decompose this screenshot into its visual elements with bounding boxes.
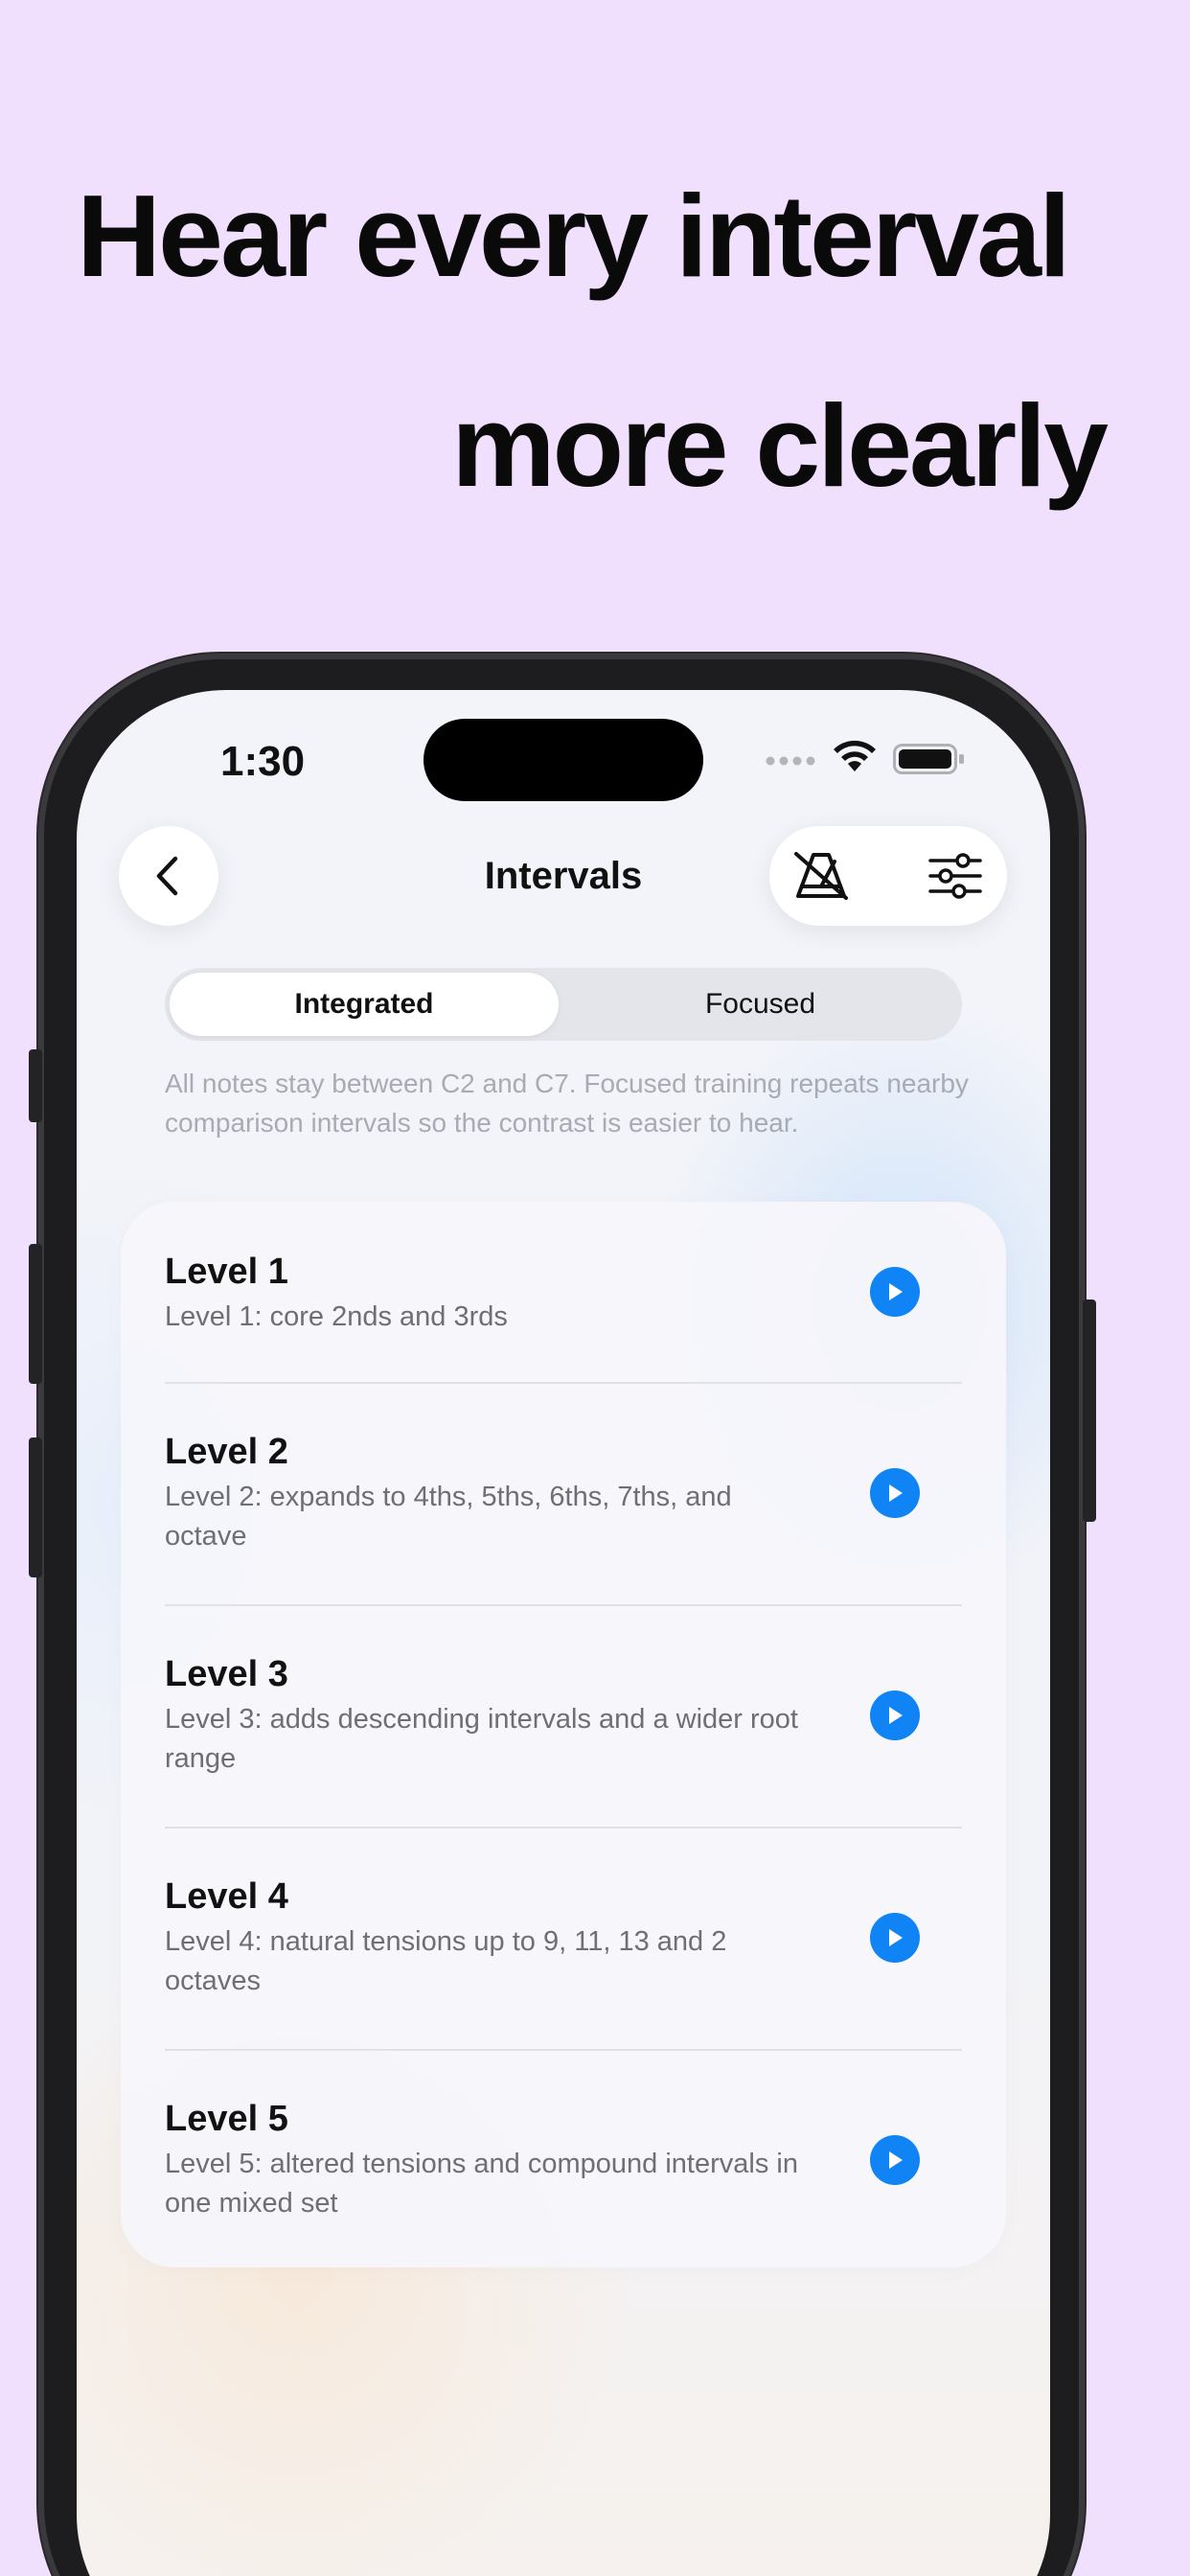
level-description: Level 3: adds descending intervals and a… (165, 1704, 798, 1774)
level-row-2[interactable]: Level 2 Level 2: expands to 4ths, 5ths, … (121, 1384, 1006, 1604)
segment-integrated[interactable]: Integrated (170, 973, 559, 1036)
phone-screen: 1:30 Intervals Integrated Focused All no… (77, 690, 1050, 2576)
sliders-icon (928, 853, 982, 899)
play-button[interactable] (870, 1267, 920, 1317)
nav-actions (769, 826, 1007, 926)
metronome-icon (794, 852, 848, 900)
level-title: Level 4 (165, 1876, 288, 1917)
play-button[interactable] (870, 1690, 920, 1740)
headline: Hear every interval more clearly (0, 0, 1190, 575)
mode-description: All notes stay between C2 and C7. Focuse… (165, 1069, 969, 1138)
level-title: Level 3 (165, 1654, 288, 1694)
level-description: Level 5: altered tensions and compound i… (165, 2149, 798, 2219)
levels-card: Level 1 Level 1: core 2nds and 3rds Leve… (121, 1202, 1006, 2267)
segment-focused[interactable]: Focused (563, 973, 957, 1036)
dynamic-island (423, 719, 703, 801)
play-icon (889, 1484, 903, 1502)
level-title: Level 2 (165, 1432, 288, 1472)
play-button[interactable] (870, 1468, 920, 1518)
cellular-signal-icon (766, 756, 815, 766)
level-title: Level 1 (165, 1252, 288, 1292)
level-description: Level 2: expands to 4ths, 5ths, 6ths, 7t… (165, 1482, 732, 1552)
headline-line-2: more clearly (451, 380, 1109, 511)
play-icon (889, 1707, 903, 1724)
level-row-5[interactable]: Level 5 Level 5: altered tensions and co… (121, 2051, 1006, 2267)
status-time: 1:30 (220, 738, 306, 785)
settings-button[interactable] (927, 847, 984, 905)
level-title: Level 5 (165, 2099, 288, 2139)
level-row-3[interactable]: Level 3 Level 3: adds descending interva… (121, 1606, 1006, 1827)
play-icon (889, 1283, 903, 1300)
level-description: Level 4: natural tensions up to 9, 11, 1… (165, 1926, 727, 1996)
metronome-button[interactable] (792, 847, 850, 905)
play-button[interactable] (870, 1913, 920, 1963)
level-row-1[interactable]: Level 1 Level 1: core 2nds and 3rds (121, 1202, 1006, 1382)
volume-up-button (29, 1244, 42, 1384)
volume-down-button (29, 1438, 42, 1577)
play-icon (889, 1929, 903, 1946)
power-button (1083, 1300, 1096, 1522)
mode-segmented-control: Integrated Focused (165, 968, 962, 1041)
wifi-icon (834, 740, 876, 771)
play-icon (889, 2151, 903, 2169)
level-row-4[interactable]: Level 4 Level 4: natural tensions up to … (121, 1828, 1006, 2049)
level-description: Level 1: core 2nds and 3rds (165, 1301, 508, 1332)
battery-icon (893, 744, 964, 774)
play-button[interactable] (870, 2135, 920, 2185)
silent-switch (29, 1049, 42, 1122)
headline-line-1: Hear every interval (77, 171, 1071, 301)
